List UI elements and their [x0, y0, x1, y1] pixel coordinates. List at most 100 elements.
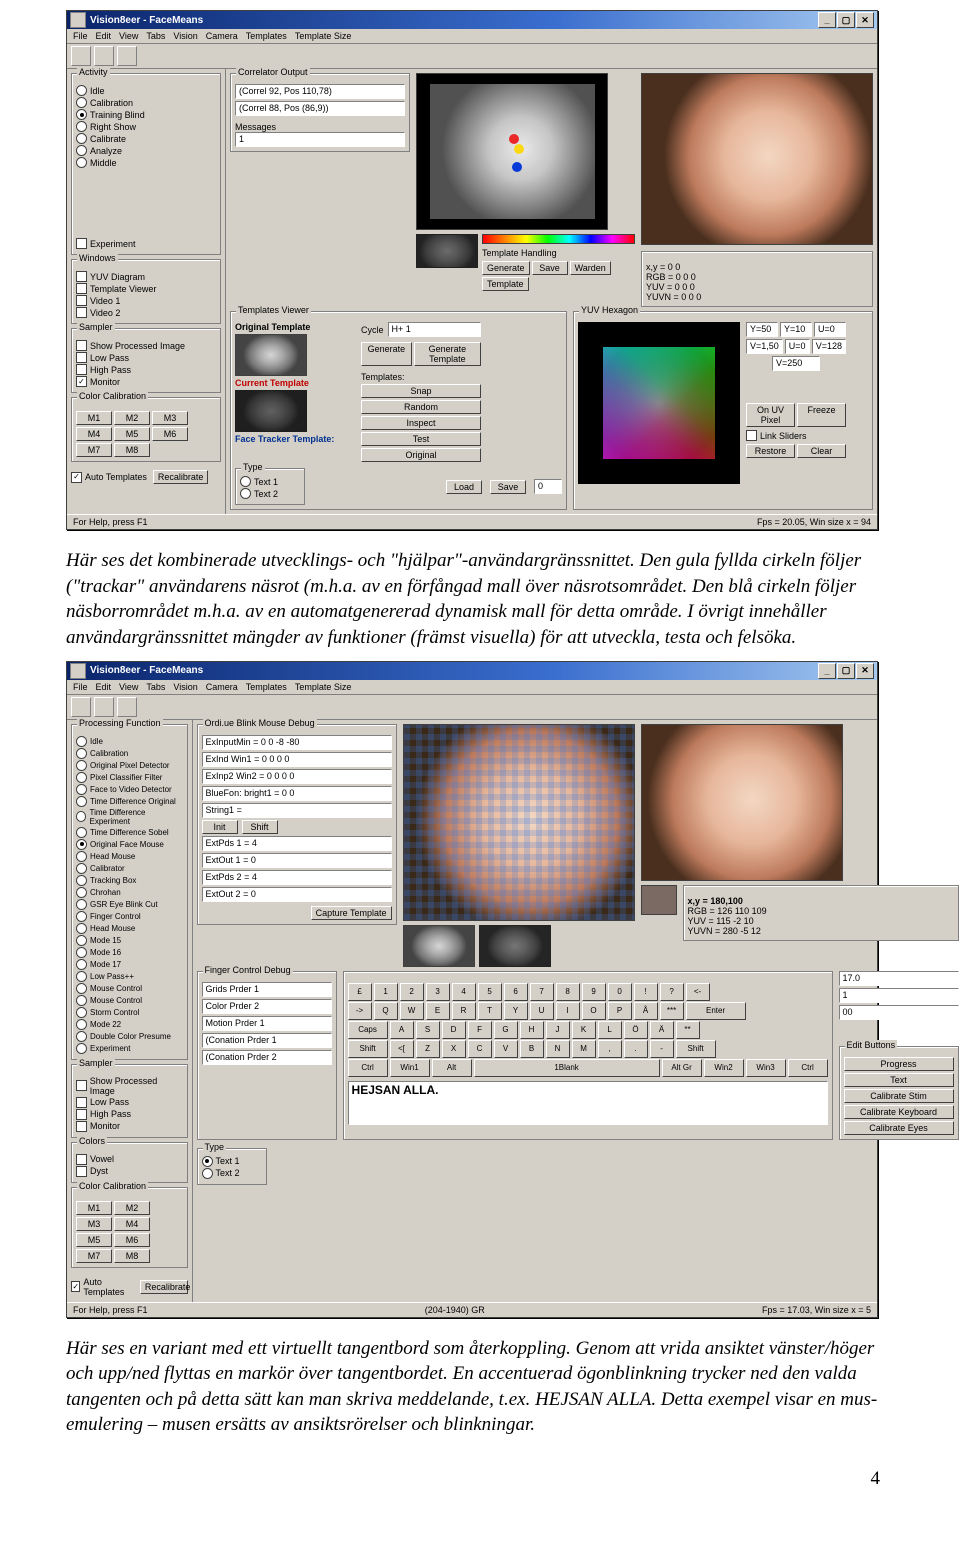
- chk-monitor[interactable]: Monitor: [76, 376, 216, 387]
- cycle-field[interactable]: H+ 1: [388, 322, 481, 337]
- btn-original[interactable]: Original: [361, 448, 481, 462]
- radio-proc-7[interactable]: Time Difference Sobel: [76, 827, 183, 838]
- key-caps[interactable]: Caps: [348, 1021, 388, 1039]
- debug-field-4[interactable]: String1 =: [202, 803, 392, 818]
- key-z[interactable]: Z: [416, 1040, 440, 1058]
- btn-shift[interactable]: Shift: [242, 820, 278, 834]
- key-<-[interactable]: <-: [686, 983, 710, 1001]
- radio-proc-18[interactable]: Mode 17: [76, 959, 183, 970]
- key-ä[interactable]: Ä: [650, 1021, 674, 1039]
- key-b[interactable]: B: [520, 1040, 544, 1058]
- radio-calibrate[interactable]: Calibrate: [76, 133, 216, 144]
- key-j[interactable]: J: [546, 1021, 570, 1039]
- maximize-button[interactable]: ▢: [837, 663, 855, 679]
- key-5[interactable]: 5: [478, 983, 502, 1001]
- menu-edit[interactable]: Edit: [96, 682, 112, 692]
- typed-output[interactable]: HEJSAN ALLA.: [348, 1081, 828, 1125]
- btn-progress[interactable]: Progress: [844, 1057, 954, 1071]
- radio-proc-4[interactable]: Face to Video Detector: [76, 784, 183, 795]
- toolbar-btn-3[interactable]: [117, 697, 137, 717]
- radio-proc-2[interactable]: Original Pixel Detector: [76, 760, 183, 771]
- yuv-f1[interactable]: Y=50: [746, 322, 778, 337]
- debug-field-1[interactable]: ExInd Win1 = 0 0 0 0: [202, 752, 392, 767]
- debug-field-10[interactable]: ExtOut 2 = 0: [202, 887, 392, 902]
- key-enter[interactable]: Enter: [686, 1002, 746, 1020]
- yuv-f5[interactable]: U=0: [785, 339, 810, 354]
- toolbar-btn-3[interactable]: [117, 46, 137, 66]
- btn-inspect[interactable]: Inspect: [361, 416, 481, 430]
- chk-auto-templates[interactable]: Auto Templates: [71, 1277, 134, 1297]
- debug-field-9[interactable]: ExtPds 2 = 4: [202, 870, 392, 885]
- chk-vowel[interactable]: Vowel: [76, 1154, 183, 1165]
- fc-field-3[interactable]: (Conation Prder 1: [202, 1033, 332, 1048]
- menu-templates[interactable]: Templates: [246, 682, 287, 692]
- menu-template-size[interactable]: Template Size: [295, 682, 352, 692]
- key-1blank[interactable]: 1Blank: [474, 1059, 660, 1077]
- btn-warden[interactable]: Warden: [570, 261, 611, 275]
- menu-tabs[interactable]: Tabs: [146, 31, 165, 41]
- key-w[interactable]: W: [400, 1002, 424, 1020]
- save-index[interactable]: 0: [534, 479, 562, 494]
- key-x[interactable]: X: [442, 1040, 466, 1058]
- debug-field-7[interactable]: ExtPds 1 = 4: [202, 836, 392, 851]
- radio-proc-20[interactable]: Mouse Control: [76, 983, 183, 994]
- btn-text[interactable]: Text: [844, 1073, 954, 1087]
- key-q[interactable]: Q: [374, 1002, 398, 1020]
- key-6[interactable]: 6: [504, 983, 528, 1001]
- chk-video1[interactable]: Video 1: [76, 295, 216, 306]
- key-t[interactable]: T: [478, 1002, 502, 1020]
- fc-field-0[interactable]: Grids Prder 1: [202, 982, 332, 997]
- key-2[interactable]: 2: [400, 983, 424, 1001]
- key-3[interactable]: 3: [426, 983, 450, 1001]
- btn-m3[interactable]: M3: [76, 1217, 112, 1231]
- fc-field-1[interactable]: Color Prder 2: [202, 999, 332, 1014]
- menu-file[interactable]: File: [73, 31, 88, 41]
- key-alt gr[interactable]: Alt Gr: [662, 1059, 702, 1077]
- btn-recalibrate[interactable]: Recalibrate: [140, 1280, 188, 1294]
- key-o[interactable]: O: [582, 1002, 606, 1020]
- toolbar-btn-1[interactable]: [71, 697, 91, 717]
- radio-calibration[interactable]: Calibration: [76, 97, 216, 108]
- menu-vision[interactable]: Vision: [173, 31, 197, 41]
- btn-m5[interactable]: M5: [114, 427, 150, 441]
- key-9[interactable]: 9: [582, 983, 606, 1001]
- radio-text1[interactable]: Text 1: [202, 1156, 262, 1167]
- btn-m2[interactable]: M2: [114, 1201, 150, 1215]
- key-k[interactable]: K: [572, 1021, 596, 1039]
- btn-template[interactable]: Template: [482, 277, 529, 291]
- experiment-check[interactable]: Experiment: [76, 238, 216, 249]
- key-alt[interactable]: Alt: [432, 1059, 472, 1077]
- btn-m8[interactable]: M8: [114, 443, 150, 457]
- radio-proc-24[interactable]: Double Color Presume: [76, 1031, 183, 1042]
- menu-bar[interactable]: File Edit View Tabs Vision Camera Templa…: [67, 680, 877, 695]
- key-ö[interactable]: Ö: [624, 1021, 648, 1039]
- key-£[interactable]: £: [348, 983, 372, 1001]
- yuv-f7[interactable]: V=250: [772, 356, 820, 371]
- key-f[interactable]: F: [468, 1021, 492, 1039]
- key-win1[interactable]: Win1: [390, 1059, 430, 1077]
- key-***[interactable]: ***: [660, 1002, 684, 1020]
- yuv-f3[interactable]: U=0: [814, 322, 846, 337]
- btn-uvpixel[interactable]: On UV Pixel: [746, 403, 795, 427]
- debug-field-8[interactable]: ExtOut 1 = 0: [202, 853, 392, 868]
- key-i[interactable]: I: [556, 1002, 580, 1020]
- radio-proc-14[interactable]: Finger Control: [76, 911, 183, 922]
- titlebar[interactable]: Vision8eer - FaceMeans _ ▢ ✕: [67, 11, 877, 29]
- key-![interactable]: !: [634, 983, 658, 1001]
- key-4[interactable]: 4: [452, 983, 476, 1001]
- radio-text2[interactable]: Text 2: [202, 1168, 262, 1179]
- key-m[interactable]: M: [572, 1040, 596, 1058]
- chk-video2[interactable]: Video 2: [76, 307, 216, 318]
- chk-dyst[interactable]: Dyst: [76, 1166, 183, 1177]
- btn-m7[interactable]: M7: [76, 1249, 112, 1263]
- menu-template-size[interactable]: Template Size: [295, 31, 352, 41]
- key-h[interactable]: H: [520, 1021, 544, 1039]
- btn-random[interactable]: Random: [361, 400, 481, 414]
- btn-freeze[interactable]: Freeze: [797, 403, 846, 427]
- btn-test[interactable]: Test: [361, 432, 481, 446]
- readfield-3[interactable]: 00: [839, 1005, 959, 1020]
- radio-text1[interactable]: Text 1: [240, 476, 300, 487]
- radio-proc-1[interactable]: Calibration: [76, 748, 183, 759]
- titlebar[interactable]: Vision8eer - FaceMeans _ ▢ ✕: [67, 662, 877, 680]
- radio-proc-23[interactable]: Mode 22: [76, 1019, 183, 1030]
